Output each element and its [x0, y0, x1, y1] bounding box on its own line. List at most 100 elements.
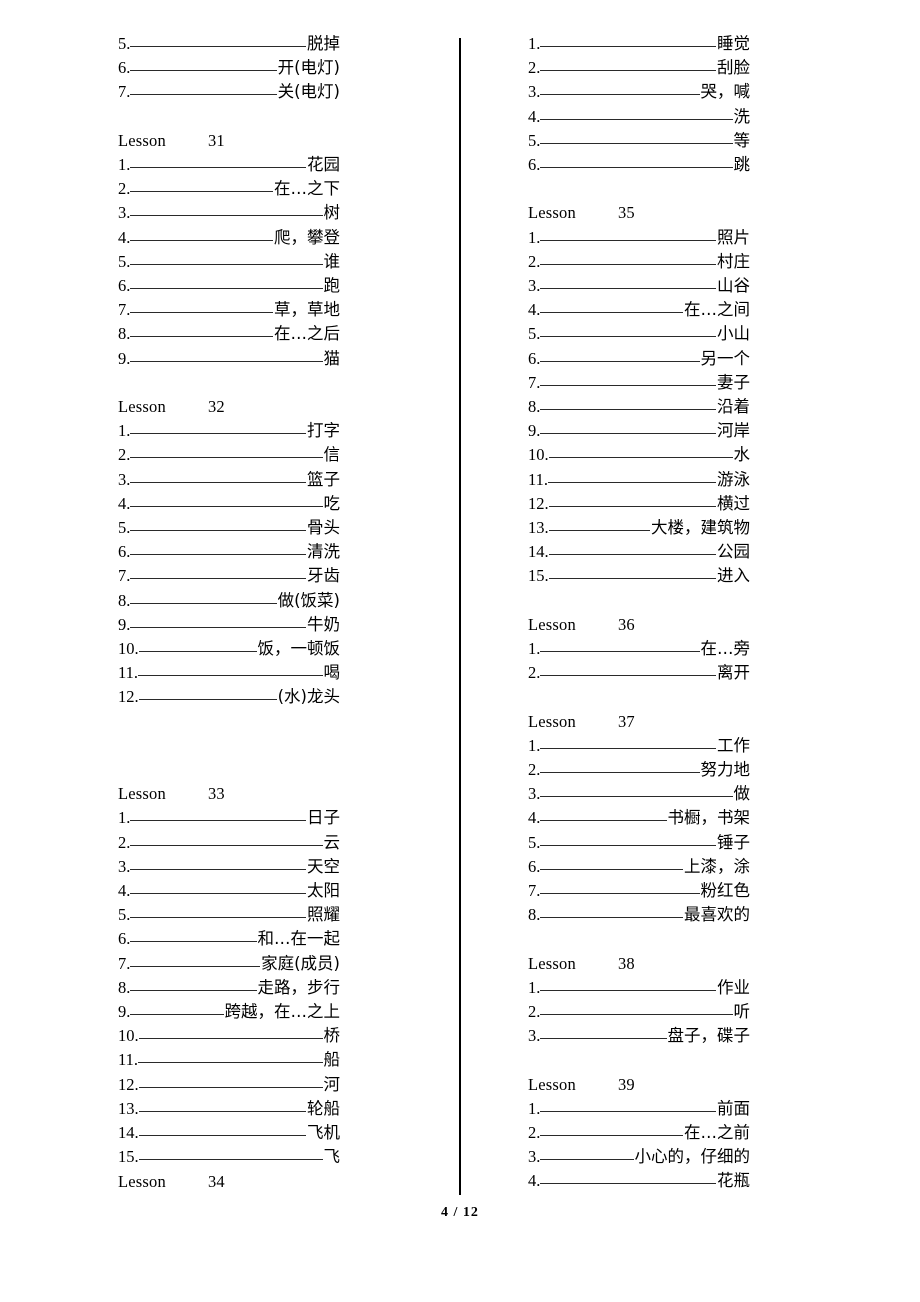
answer-blank[interactable] [138, 1145, 323, 1161]
lesson-number: 36 [617, 614, 635, 634]
entry-number: 14. [528, 542, 549, 562]
answer-blank[interactable] [130, 879, 306, 895]
answer-blank[interactable] [540, 637, 700, 653]
answer-blank[interactable] [548, 443, 733, 459]
answer-blank[interactable] [130, 952, 261, 967]
answer-blank[interactable] [130, 540, 306, 556]
answer-blank[interactable] [540, 758, 700, 774]
answer-blank[interactable] [130, 564, 306, 580]
answer-blank[interactable] [540, 806, 667, 822]
answer-blank[interactable] [138, 1121, 306, 1137]
answer-blank[interactable] [138, 1073, 323, 1088]
vocabulary-entry: 3. 小心的，仔细的 [528, 1145, 750, 1169]
answer-blank[interactable] [540, 226, 716, 241]
answer-blank[interactable] [540, 976, 716, 991]
answer-blank[interactable] [540, 298, 683, 314]
answer-blank[interactable] [130, 855, 306, 870]
answer-blank[interactable] [138, 661, 323, 677]
answer-blank[interactable] [130, 516, 306, 532]
answer-blank[interactable] [540, 274, 716, 290]
answer-blank[interactable] [130, 153, 306, 168]
lesson-heading-39: Lesson 39 [528, 1073, 910, 1097]
answer-blank[interactable] [130, 298, 273, 314]
answer-blank[interactable] [130, 831, 323, 846]
answer-blank[interactable] [540, 153, 733, 169]
answer-blank[interactable] [548, 468, 716, 483]
answer-blank[interactable] [540, 129, 733, 144]
vocabulary-entry: 2. 云 [118, 831, 340, 855]
vocabulary-entry: 15. 进入 [528, 564, 750, 588]
answer-blank[interactable] [138, 1048, 323, 1064]
answer-blank[interactable] [130, 274, 323, 290]
answer-blank[interactable] [540, 661, 716, 677]
answer-blank[interactable] [130, 32, 306, 47]
answer-blank[interactable] [130, 347, 323, 362]
answer-blank[interactable] [540, 1024, 667, 1040]
vocabulary-entry: 2. 村庄 [528, 250, 750, 274]
entry-gloss: 谁 [323, 251, 341, 271]
answer-blank[interactable] [138, 637, 257, 653]
answer-blank[interactable] [540, 371, 716, 386]
answer-blank[interactable] [548, 516, 650, 532]
answer-blank[interactable] [540, 322, 716, 338]
answer-blank[interactable] [130, 976, 257, 991]
answer-blank[interactable] [130, 903, 306, 919]
answer-blank[interactable] [540, 105, 733, 120]
answer-blank[interactable] [540, 1000, 733, 1016]
answer-blank[interactable] [540, 831, 716, 846]
entry-number: 2. [528, 760, 541, 780]
answer-blank[interactable] [540, 1169, 716, 1185]
answer-blank[interactable] [548, 540, 716, 556]
answer-blank[interactable] [540, 80, 700, 96]
vocabulary-entry: 5. 锤子 [528, 831, 750, 855]
answer-blank[interactable] [130, 250, 323, 265]
continued-entries-block: 1. 睡觉 2. 刮脸 3. 哭，喊 4. 洗 5. 等 6. 跳 [528, 32, 910, 177]
answer-blank[interactable] [130, 226, 273, 241]
vocabulary-entry: 4. 书橱，书架 [528, 806, 750, 830]
answer-blank[interactable] [138, 685, 277, 701]
answer-blank[interactable] [540, 734, 716, 749]
answer-blank[interactable] [130, 492, 323, 507]
vocabulary-entry: 6. 上漆，涂 [528, 855, 750, 879]
answer-blank[interactable] [130, 201, 323, 217]
answer-blank[interactable] [138, 1024, 323, 1040]
answer-blank[interactable] [130, 177, 273, 193]
answer-blank[interactable] [130, 806, 306, 822]
answer-blank[interactable] [138, 1097, 306, 1112]
vocabulary-entry: 9. 猫 [118, 347, 340, 371]
answer-blank[interactable] [130, 322, 273, 338]
answer-blank[interactable] [548, 492, 716, 507]
answer-blank[interactable] [540, 1121, 683, 1137]
answer-blank[interactable] [540, 56, 716, 72]
answer-blank[interactable] [130, 80, 277, 96]
answer-blank[interactable] [540, 347, 700, 362]
answer-blank[interactable] [540, 1097, 716, 1112]
answer-blank[interactable] [130, 468, 306, 483]
answer-blank[interactable] [540, 782, 733, 798]
answer-blank[interactable] [540, 855, 683, 870]
entry-number: 1. [528, 227, 541, 247]
answer-blank[interactable] [130, 589, 277, 604]
answer-blank[interactable] [540, 419, 716, 435]
answer-blank[interactable] [130, 419, 306, 435]
answer-blank[interactable] [540, 879, 700, 895]
entry-number: 12. [528, 493, 549, 513]
lesson-block-37: Lesson 37 1. 工作 2. 努力地 3. 做 4. 书橱，书架 5. 锤子 6. 上漆，涂 7. 粉… [528, 710, 910, 928]
answer-blank[interactable] [130, 927, 257, 943]
entry-gloss: 和…在一起 [257, 929, 341, 949]
vocabulary-entry: 8. 最喜欢的 [528, 903, 750, 927]
entry-number: 6. [118, 929, 131, 949]
answer-blank[interactable] [130, 56, 277, 72]
answer-blank[interactable] [130, 1000, 224, 1016]
answer-blank[interactable] [540, 32, 716, 47]
answer-blank[interactable] [540, 250, 716, 265]
answer-blank[interactable] [540, 903, 683, 919]
answer-blank[interactable] [540, 1145, 634, 1161]
answer-blank[interactable] [130, 443, 323, 459]
answer-blank[interactable] [540, 395, 716, 411]
entry-number: 3. [528, 1147, 541, 1167]
answer-blank[interactable] [130, 613, 306, 628]
entry-number: 1. [528, 735, 541, 755]
answer-blank[interactable] [548, 564, 716, 580]
entry-gloss: (水)龙头 [277, 687, 340, 707]
